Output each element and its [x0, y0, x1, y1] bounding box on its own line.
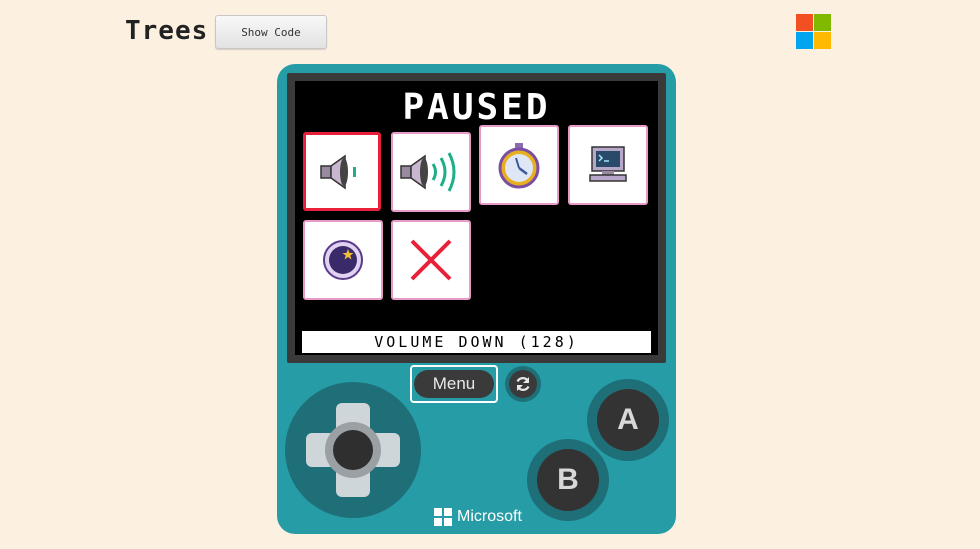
game-screen[interactable]: PAUSED VOLUME DOWN (128)	[295, 81, 658, 355]
b-button-label: B	[537, 449, 599, 511]
brand-name: Microsoft	[457, 508, 522, 525]
dpad[interactable]	[285, 382, 421, 518]
exit-tile[interactable]	[391, 220, 471, 300]
microsoft-logo	[796, 14, 831, 50]
windows-logo-icon	[434, 508, 452, 526]
dpad-center	[333, 430, 373, 470]
game-console: PAUSED VOLUME DOWN (128) Menu A B Micros…	[277, 64, 676, 534]
menu-button[interactable]: Menu	[410, 365, 498, 403]
a-button[interactable]: A	[587, 379, 669, 461]
status-bar: VOLUME DOWN (128)	[302, 331, 651, 353]
screen-bezel: PAUSED VOLUME DOWN (128)	[287, 73, 666, 363]
console-tile[interactable]	[568, 125, 648, 205]
a-button-label: A	[597, 389, 659, 451]
volume-up-tile[interactable]	[391, 132, 471, 212]
b-button[interactable]: B	[527, 439, 609, 521]
brand: Microsoft	[434, 507, 522, 527]
sleep-tile[interactable]	[303, 220, 383, 300]
page-title: Trees	[125, 16, 209, 46]
stopwatch-tile[interactable]	[479, 125, 559, 205]
refresh-button[interactable]	[505, 366, 541, 402]
paused-heading: PAUSED	[402, 87, 551, 128]
show-code-button[interactable]: Show Code	[215, 15, 327, 49]
volume-up-icon	[400, 152, 456, 192]
console-icon	[589, 146, 627, 182]
refresh-icon	[516, 377, 530, 391]
close-x-icon	[410, 239, 452, 281]
sleep-moon-icon	[323, 240, 363, 280]
volume-down-icon	[320, 154, 356, 189]
volume-down-tile[interactable]	[303, 132, 381, 211]
stopwatch-icon	[498, 143, 540, 189]
menu-button-label: Menu	[414, 370, 494, 398]
